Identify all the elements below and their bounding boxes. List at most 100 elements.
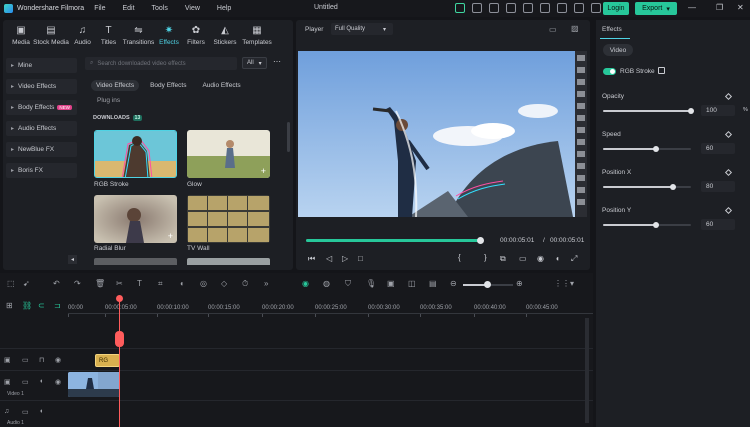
more-options-icon[interactable]: ⋯ <box>273 57 281 66</box>
effects-search-input[interactable]: ⌕ Search downloaded video effects <box>85 57 237 70</box>
tab-stock-media[interactable]: ▤ Stock Media <box>33 25 69 46</box>
picture-icon[interactable]: ▤ <box>429 279 437 288</box>
menu-view[interactable]: View <box>185 5 200 12</box>
eye-icon[interactable]: ◉ <box>55 356 61 364</box>
effect-thumbnail-tv-wall[interactable] <box>187 195 270 243</box>
magnet-icon[interactable]: ⊂ <box>38 301 45 310</box>
clip-icon[interactable]: ▣ <box>387 279 395 288</box>
sidebar-item-video-effects[interactable]: ▸ Video Effects <box>6 79 77 94</box>
grid-view-icon[interactable]: ⋮⋮ <box>554 279 570 288</box>
sidebar-item-body-effects[interactable]: ▸ Body Effects NEW <box>6 100 77 115</box>
step-back-icon[interactable]: ◁ <box>326 254 332 263</box>
tab-media[interactable]: ▣ Media <box>9 25 33 46</box>
more-tools-icon[interactable]: » <box>264 279 268 288</box>
effect-thumbnail-radial-blur[interactable]: + <box>94 195 177 243</box>
grid-icon[interactable] <box>489 3 499 13</box>
playhead-line[interactable] <box>119 296 120 427</box>
minimize-icon[interactable]: — <box>688 3 696 12</box>
add-icon[interactable]: + <box>261 166 266 176</box>
volume-icon[interactable]: ◖ <box>555 254 560 263</box>
effect-enable-toggle[interactable] <box>603 68 616 75</box>
fullscreen-view-icon[interactable]: ⧉ <box>500 254 506 264</box>
add-track-icon[interactable]: ⊞ <box>6 301 13 310</box>
folder-icon[interactable]: ▭ <box>22 378 29 386</box>
param-slider-knob[interactable] <box>653 222 659 228</box>
subtab-video-effects[interactable]: Video Effects <box>91 80 140 91</box>
param-slider-knob[interactable] <box>670 184 676 190</box>
previous-frame-icon[interactable]: ⏮ <box>308 254 315 264</box>
tab-transitions[interactable]: ⇋ Transitions <box>121 25 156 46</box>
speaker-icon[interactable]: ◖ <box>39 408 43 415</box>
zoom-slider-knob[interactable] <box>484 281 491 288</box>
video-clip[interactable] <box>68 372 120 397</box>
menu-tools[interactable]: Tools <box>152 5 168 12</box>
cut-icon[interactable]: ✂ <box>116 279 123 288</box>
compare-icon[interactable]: ▭ <box>549 25 557 34</box>
tab-templates[interactable]: ▦ Templates <box>240 25 274 46</box>
speaker-icon[interactable]: ◖ <box>39 378 43 385</box>
link-icon[interactable]: ⛓ <box>22 301 32 310</box>
send-icon[interactable] <box>472 3 482 13</box>
save-icon[interactable] <box>523 3 533 13</box>
delete-icon[interactable]: 🗑 <box>95 279 105 288</box>
bell-icon[interactable] <box>591 3 601 13</box>
tab-audio[interactable]: ♫ Audio <box>69 25 96 46</box>
sidebar-item-newblue-fx[interactable]: ▸ NewBlue FX <box>6 142 77 157</box>
camera-icon[interactable]: ◉ <box>537 254 544 263</box>
zoom-in-icon[interactable]: ⊕ <box>516 279 523 288</box>
display-icon[interactable]: ▭ <box>519 254 527 263</box>
maximize-icon[interactable]: ❐ <box>716 3 723 12</box>
expand-icon[interactable]: ⤢ <box>571 254 577 264</box>
mark-out-icon[interactable]: } <box>484 253 487 262</box>
filter-select[interactable]: All ▾ <box>242 57 267 69</box>
effect-clip[interactable]: RG <box>95 354 120 367</box>
select-tool-icon[interactable]: ⬚ <box>7 279 15 288</box>
chevron-down-icon[interactable]: ▾ <box>570 279 574 288</box>
crop-icon[interactable]: ⌗ <box>158 279 163 289</box>
headset-icon[interactable] <box>574 3 584 13</box>
keyframe-icon[interactable]: ◇ <box>221 279 227 288</box>
effect-checkbox[interactable] <box>658 67 665 74</box>
mark-in-icon[interactable]: { <box>458 253 461 262</box>
speed-icon[interactable]: ⏱ <box>242 279 248 289</box>
undo-icon[interactable]: ↶ <box>53 279 60 288</box>
shield-icon[interactable]: ⛉ <box>345 279 351 289</box>
zoom-out-icon[interactable]: ⊖ <box>450 279 457 288</box>
sidebar-item-mine[interactable]: ▸ Mine <box>6 58 77 73</box>
folder-icon[interactable]: ▭ <box>22 408 29 416</box>
snap-icon[interactable]: ⊐ <box>54 301 61 310</box>
effect-thumbnail-rgb-stroke[interactable] <box>94 130 177 178</box>
quality-select[interactable]: Full Quality ▾ <box>331 23 393 35</box>
add-icon[interactable]: + <box>168 231 173 241</box>
render-icon[interactable]: ◍ <box>323 279 330 288</box>
snapshot-icon[interactable]: ▨ <box>571 24 579 33</box>
gift-icon[interactable] <box>455 3 465 13</box>
sidebar-item-audio-effects[interactable]: ▸ Audio Effects <box>6 121 77 136</box>
menu-help[interactable]: Help <box>217 5 231 12</box>
color-icon[interactable]: ◐ <box>180 279 185 288</box>
menu-edit[interactable]: Edit <box>122 5 134 12</box>
tab-video-properties[interactable]: Video <box>603 44 633 56</box>
stop-icon[interactable]: □ <box>358 254 363 263</box>
effect-thumbnail-glow[interactable]: + <box>187 130 270 178</box>
param-slider-knob[interactable] <box>688 108 694 114</box>
param-slider-knob[interactable] <box>653 146 659 152</box>
login-button[interactable]: Login <box>603 2 629 15</box>
play-icon[interactable]: ▷ <box>342 254 348 263</box>
tab-filters[interactable]: ✿ Filters <box>182 25 210 46</box>
folder-icon[interactable]: ▭ <box>22 356 29 364</box>
param-value-input[interactable]: 100 <box>701 105 735 116</box>
cloud-icon[interactable] <box>540 3 550 13</box>
export-button[interactable]: Export ▾ <box>635 2 677 15</box>
tab-stickers[interactable]: ◭ Stickers <box>210 25 240 46</box>
plugins-tab[interactable]: Plug ins <box>97 97 120 104</box>
library-scrollbar[interactable] <box>287 122 290 152</box>
image-icon[interactable] <box>506 3 516 13</box>
text-icon[interactable]: T <box>137 279 142 288</box>
lock-icon[interactable]: ⊓ <box>39 356 44 364</box>
upload-icon[interactable] <box>557 3 567 13</box>
auto-highlight-icon[interactable]: ◉ <box>302 279 309 288</box>
collapse-sidebar-button[interactable]: ◂ <box>68 255 77 264</box>
tab-titles[interactable]: T Titles <box>96 25 121 46</box>
fx-icon[interactable]: ◫ <box>408 279 416 288</box>
